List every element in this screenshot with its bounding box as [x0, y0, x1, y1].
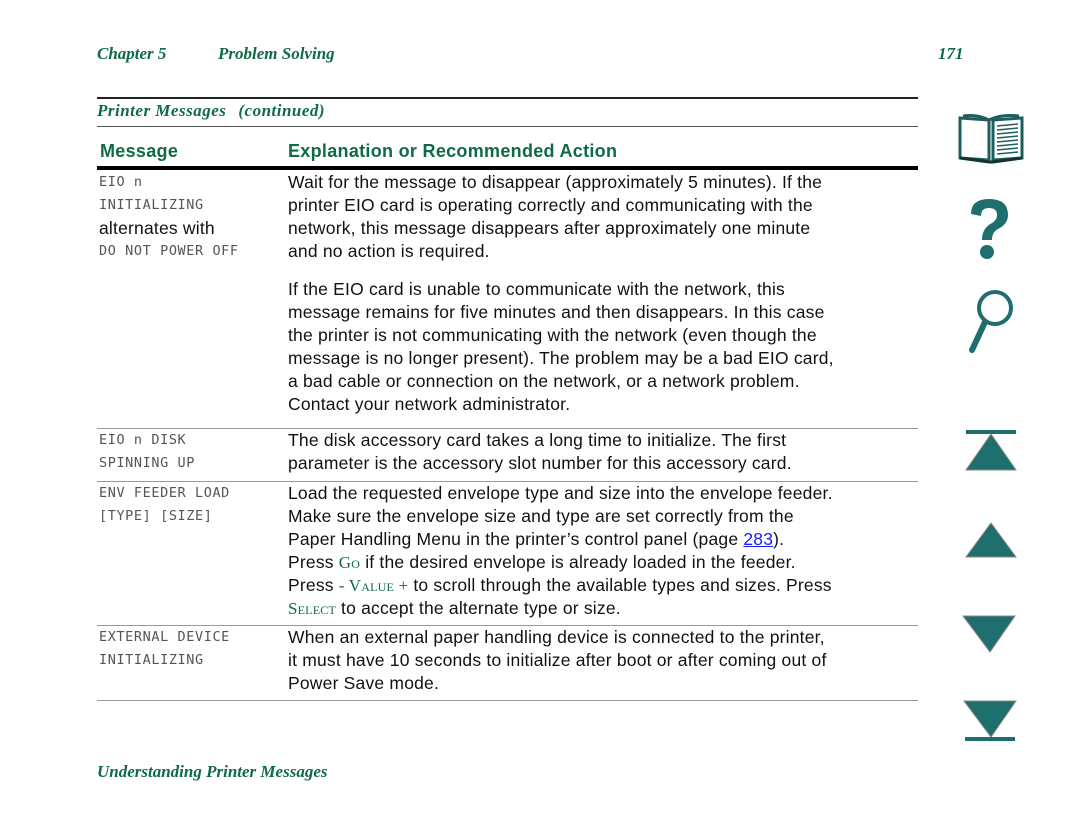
lcd-message: [TYPE] [SIZE] — [99, 508, 213, 524]
lcd-message: EIO n DISK — [99, 432, 187, 448]
lcd-message: ENV FEEDER LOAD — [99, 485, 230, 501]
explanation-cell: Wait for the message to disappear (appro… — [288, 171, 918, 416]
last-page-icon[interactable] — [961, 699, 1019, 743]
explanation-line: If the EIO card is unable to communicate… — [288, 279, 785, 299]
help-question-icon[interactable] — [965, 196, 1013, 262]
section-title-text: Printer Messages — [97, 101, 227, 120]
text: Press — [288, 575, 339, 595]
explanation-cell: The disk accessory card takes a long tim… — [288, 429, 918, 475]
key-go: Go — [338, 553, 361, 572]
first-page-icon[interactable] — [963, 429, 1019, 473]
text: to accept the alternate type or size. — [335, 598, 621, 618]
explanation-line: Select to accept the alternate type or s… — [288, 597, 918, 620]
page-number: 171 — [938, 44, 964, 63]
key-value: - Value + — [338, 576, 409, 595]
chapter-title: Problem Solving — [218, 44, 335, 63]
message-connector: alternates with — [99, 218, 215, 238]
lcd-message: INITIALIZING — [99, 197, 204, 213]
search-magnifier-icon[interactable] — [966, 288, 1016, 354]
explanation-line: Power Save mode. — [288, 673, 440, 693]
lcd-message: SPINNING UP — [99, 455, 196, 471]
table-bottom-rule — [97, 700, 918, 701]
section-bottom-rule — [97, 126, 918, 127]
section-title: Printer Messages (continued) — [97, 101, 325, 121]
footer-title: Understanding Printer Messages — [97, 762, 328, 781]
explanation-line: Make sure the envelope size and type are… — [288, 506, 794, 526]
text: Press — [288, 552, 339, 572]
key-select: Select — [288, 599, 336, 618]
explanation-cell: Load the requested envelope type and siz… — [288, 482, 918, 620]
section-continued: (continued) — [238, 101, 326, 120]
explanation-line: The disk accessory card takes a long tim… — [288, 430, 787, 450]
text: if the desired envelope is already loade… — [360, 552, 796, 572]
explanation-line: Paper Handling Menu in the printer’s con… — [288, 528, 918, 551]
explanation-line: Press Go if the desired envelope is alre… — [288, 551, 918, 574]
explanation-line: When an external paper handling device i… — [288, 627, 825, 647]
text: ). — [773, 529, 785, 549]
explanation-line: message is no longer present). The probl… — [288, 348, 834, 368]
explanation-line: parameter is the accessory slot number f… — [288, 453, 792, 473]
explanation-line: a bad cable or connection on the network… — [288, 371, 800, 391]
lcd-message: EXTERNAL DEVICE — [99, 629, 230, 645]
message-cell: ENV FEEDER LOAD [TYPE] [SIZE] — [99, 482, 284, 528]
explanation-cell: When an external paper handling device i… — [288, 626, 918, 695]
book-icon[interactable] — [957, 112, 1025, 164]
lcd-message: DO NOT POWER OFF — [99, 243, 239, 259]
explanation-line: network, this message disappears after a… — [288, 218, 811, 238]
explanation-line: Wait for the message to disappear (appro… — [288, 172, 823, 192]
text: Paper Handling Menu in the printer’s con… — [288, 529, 744, 549]
message-cell: EIO n INITIALIZING alternates with DO NO… — [99, 171, 284, 263]
explanation-line: Press - Value + to scroll through the av… — [288, 574, 918, 597]
explanation-line: it must have 10 seconds to initialize af… — [288, 650, 827, 670]
section-top-rule — [97, 97, 918, 99]
message-cell: EIO n DISK SPINNING UP — [99, 429, 284, 475]
explanation-line: Contact your network administrator. — [288, 394, 571, 414]
column-header-message: Message — [100, 141, 179, 161]
lcd-message: EIO n — [99, 174, 143, 190]
previous-page-icon[interactable] — [963, 521, 1019, 559]
explanation-line: printer EIO card is operating correctly … — [288, 195, 813, 215]
explanation-line: and no action is required. — [288, 241, 490, 261]
chapter-label: Chapter 5 — [97, 44, 167, 63]
lcd-message: INITIALIZING — [99, 652, 204, 668]
explanation-line: message remains for five minutes and the… — [288, 302, 825, 322]
page-link-283[interactable]: 283 — [743, 529, 773, 549]
next-page-icon[interactable] — [960, 614, 1018, 654]
text: to scroll through the available types an… — [408, 575, 832, 595]
explanation-line: Load the requested envelope type and siz… — [288, 483, 833, 503]
column-header-explanation: Explanation or Recommended Action — [288, 141, 618, 161]
explanation-line: the printer is not communicating with th… — [288, 325, 817, 345]
message-cell: EXTERNAL DEVICE INITIALIZING — [99, 626, 284, 672]
table-header-rule — [97, 166, 918, 170]
